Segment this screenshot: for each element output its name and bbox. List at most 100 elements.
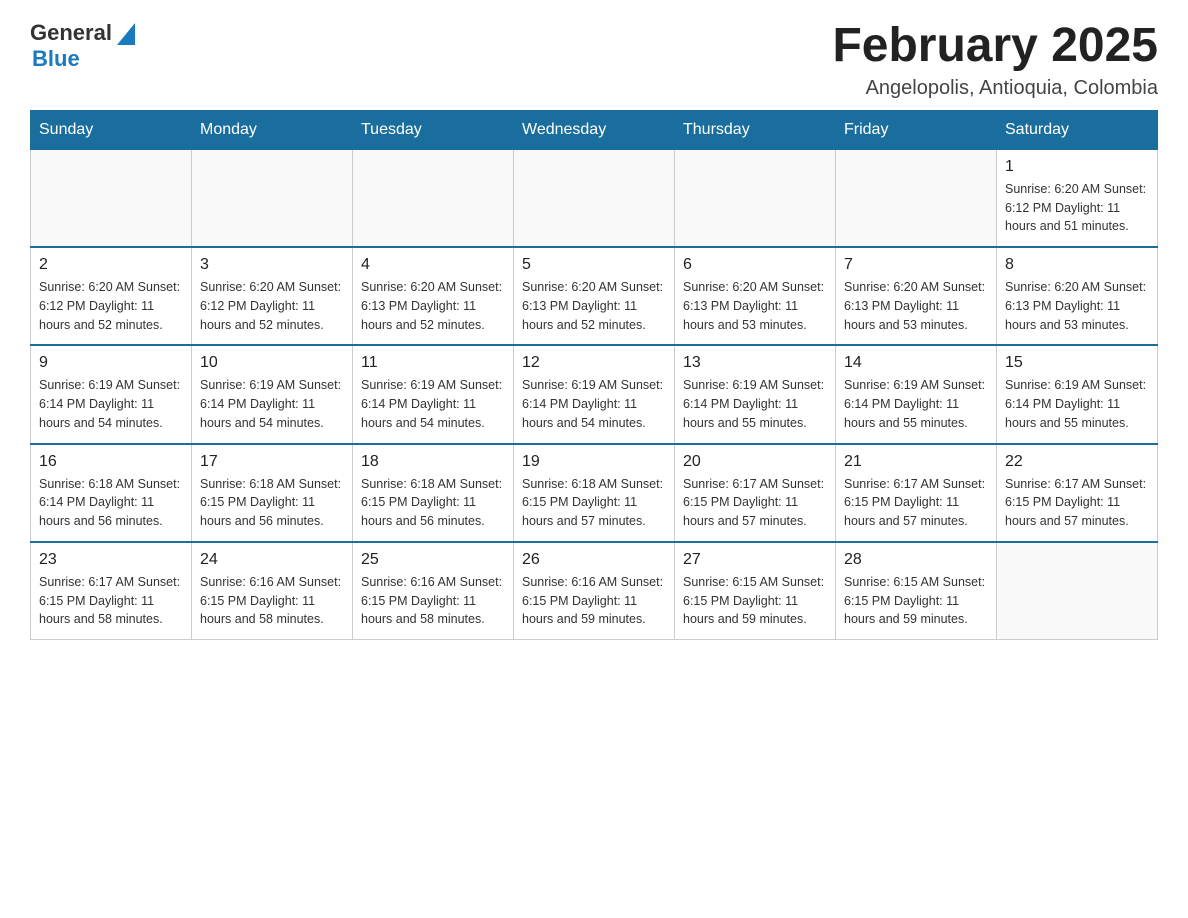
day-of-week-monday: Monday: [192, 110, 353, 149]
calendar-week-row: 1Sunrise: 6:20 AM Sunset: 6:12 PM Daylig…: [31, 149, 1158, 247]
calendar-day: 11Sunrise: 6:19 AM Sunset: 6:14 PM Dayli…: [353, 345, 514, 443]
day-info: Sunrise: 6:18 AM Sunset: 6:15 PM Dayligh…: [522, 475, 666, 531]
calendar-day: 23 Sunrise: 6:17 AM Sunset: 6:15 PM Dayli…: [31, 542, 192, 640]
day-info: Sunrise: 6:20 AM Sunset: 6:13 PM Dayligh…: [522, 278, 666, 334]
calendar-day: 19 Sunrise: 6:18 AM Sunset: 6:15 PM Dayli…: [514, 444, 675, 542]
calendar-day: 22 Sunrise: 6:17 AM Sunset: 6:15 PM Dayli…: [997, 444, 1158, 542]
day-info: Sunrise: 6:16 AM Sunset: 6:15 PM Dayligh…: [522, 573, 666, 629]
day-info: Sunrise: 6:16 AM Sunset: 6:15 PM Dayligh…: [361, 573, 505, 629]
calendar-day: 27 Sunrise: 6:15 AM Sunset: 6:15 PM Dayli…: [675, 542, 836, 640]
calendar-day: [514, 149, 675, 247]
day-info: Sunrise: 6:19 AM Sunset: 6:14 PM Dayligh…: [361, 376, 505, 432]
day-number: 26: [522, 551, 666, 569]
day-number: 16: [39, 453, 183, 471]
day-of-week-tuesday: Tuesday: [353, 110, 514, 149]
calendar-day: 28 Sunrise: 6:15 AM Sunset: 6:15 PM Dayli…: [836, 542, 997, 640]
day-info: Sunrise: 6:20 AM Sunset: 6:12 PM Dayligh…: [39, 278, 183, 334]
calendar-day: 2 Sunrise: 6:20 AM Sunset: 6:12 PM Daylig…: [31, 247, 192, 345]
day-info: Sunrise: 6:18 AM Sunset: 6:15 PM Dayligh…: [200, 475, 344, 531]
calendar-day: 10 Sunrise: 6:19 AM Sunset: 6:14 PM Dayli…: [192, 345, 353, 443]
calendar-day: 16 Sunrise: 6:18 AM Sunset: 6:14 PM Dayli…: [31, 444, 192, 542]
day-info: Sunrise: 6:20 AM Sunset: 6:13 PM Dayligh…: [683, 278, 827, 334]
calendar-day: 21 Sunrise: 6:17 AM Sunset: 6:15 PM Dayli…: [836, 444, 997, 542]
day-info: Sunrise: 6:19 AM Sunset: 6:14 PM Dayligh…: [844, 376, 988, 432]
day-number: 20: [683, 453, 827, 471]
calendar-day: 17 Sunrise: 6:18 AM Sunset: 6:15 PM Dayli…: [192, 444, 353, 542]
day-info: Sunrise: 6:20 AM Sunset: 6:13 PM Dayligh…: [1005, 278, 1149, 334]
day-number: 6: [683, 256, 827, 274]
calendar-day: 4Sunrise: 6:20 AM Sunset: 6:13 PM Daylig…: [353, 247, 514, 345]
day-number: 17: [200, 453, 344, 471]
calendar-title: February 2025: [832, 20, 1158, 73]
day-info: Sunrise: 6:15 AM Sunset: 6:15 PM Dayligh…: [844, 573, 988, 629]
days-of-week-row: SundayMondayTuesdayWednesdayThursdayFrid…: [31, 110, 1158, 149]
calendar-table: SundayMondayTuesdayWednesdayThursdayFrid…: [30, 110, 1158, 640]
day-info: Sunrise: 6:17 AM Sunset: 6:15 PM Dayligh…: [683, 475, 827, 531]
day-number: 7: [844, 256, 988, 274]
day-number: 23: [39, 551, 183, 569]
day-number: 28: [844, 551, 988, 569]
calendar-day: 5 Sunrise: 6:20 AM Sunset: 6:13 PM Daylig…: [514, 247, 675, 345]
calendar-day: 6 Sunrise: 6:20 AM Sunset: 6:13 PM Daylig…: [675, 247, 836, 345]
day-number: 10: [200, 354, 344, 372]
day-number: 4: [361, 256, 505, 274]
day-info: Sunrise: 6:18 AM Sunset: 6:14 PM Dayligh…: [39, 475, 183, 531]
calendar-day: 13 Sunrise: 6:19 AM Sunset: 6:14 PM Dayli…: [675, 345, 836, 443]
calendar-day: 12Sunrise: 6:19 AM Sunset: 6:14 PM Dayli…: [514, 345, 675, 443]
day-info: Sunrise: 6:15 AM Sunset: 6:15 PM Dayligh…: [683, 573, 827, 629]
day-number: 15: [1005, 354, 1149, 372]
day-number: 8: [1005, 256, 1149, 274]
calendar-week-row: 2 Sunrise: 6:20 AM Sunset: 6:12 PM Daylig…: [31, 247, 1158, 345]
calendar-day: 20 Sunrise: 6:17 AM Sunset: 6:15 PM Dayli…: [675, 444, 836, 542]
calendar-day: [353, 149, 514, 247]
calendar-subtitle: Angelopolis, Antioquia, Colombia: [832, 77, 1158, 100]
day-of-week-wednesday: Wednesday: [514, 110, 675, 149]
calendar-week-row: 16 Sunrise: 6:18 AM Sunset: 6:14 PM Dayli…: [31, 444, 1158, 542]
page-header: General Blue February 2025 Angelopolis, …: [30, 20, 1158, 100]
day-of-week-friday: Friday: [836, 110, 997, 149]
calendar-day: 7 Sunrise: 6:20 AM Sunset: 6:13 PM Daylig…: [836, 247, 997, 345]
day-number: 2: [39, 256, 183, 274]
calendar-day: [675, 149, 836, 247]
logo-triangle-icon: [117, 23, 135, 45]
calendar-day: 1Sunrise: 6:20 AM Sunset: 6:12 PM Daylig…: [997, 149, 1158, 247]
calendar-day: 18Sunrise: 6:18 AM Sunset: 6:15 PM Dayli…: [353, 444, 514, 542]
calendar-week-row: 23 Sunrise: 6:17 AM Sunset: 6:15 PM Dayli…: [31, 542, 1158, 640]
day-info: Sunrise: 6:19 AM Sunset: 6:14 PM Dayligh…: [683, 376, 827, 432]
title-section: February 2025 Angelopolis, Antioquia, Co…: [832, 20, 1158, 100]
logo: General Blue: [30, 20, 135, 72]
calendar-day: 14 Sunrise: 6:19 AM Sunset: 6:14 PM Dayli…: [836, 345, 997, 443]
day-number: 5: [522, 256, 666, 274]
day-number: 13: [683, 354, 827, 372]
calendar-day: [31, 149, 192, 247]
day-number: 14: [844, 354, 988, 372]
day-info: Sunrise: 6:20 AM Sunset: 6:12 PM Dayligh…: [1005, 180, 1149, 236]
day-number: 27: [683, 551, 827, 569]
day-info: Sunrise: 6:20 AM Sunset: 6:13 PM Dayligh…: [844, 278, 988, 334]
calendar-day: 24Sunrise: 6:16 AM Sunset: 6:15 PM Dayli…: [192, 542, 353, 640]
day-number: 3: [200, 256, 344, 274]
logo-text-blue: Blue: [32, 46, 80, 72]
calendar-day: 25Sunrise: 6:16 AM Sunset: 6:15 PM Dayli…: [353, 542, 514, 640]
calendar-day: 26 Sunrise: 6:16 AM Sunset: 6:15 PM Dayli…: [514, 542, 675, 640]
calendar-day: 15 Sunrise: 6:19 AM Sunset: 6:14 PM Dayli…: [997, 345, 1158, 443]
day-info: Sunrise: 6:17 AM Sunset: 6:15 PM Dayligh…: [1005, 475, 1149, 531]
day-info: Sunrise: 6:19 AM Sunset: 6:14 PM Dayligh…: [522, 376, 666, 432]
calendar-week-row: 9Sunrise: 6:19 AM Sunset: 6:14 PM Daylig…: [31, 345, 1158, 443]
day-info: Sunrise: 6:17 AM Sunset: 6:15 PM Dayligh…: [844, 475, 988, 531]
day-info: Sunrise: 6:16 AM Sunset: 6:15 PM Dayligh…: [200, 573, 344, 629]
calendar-day: 8 Sunrise: 6:20 AM Sunset: 6:13 PM Daylig…: [997, 247, 1158, 345]
calendar-day: 3Sunrise: 6:20 AM Sunset: 6:12 PM Daylig…: [192, 247, 353, 345]
day-info: Sunrise: 6:17 AM Sunset: 6:15 PM Dayligh…: [39, 573, 183, 629]
day-info: Sunrise: 6:19 AM Sunset: 6:14 PM Dayligh…: [200, 376, 344, 432]
day-number: 21: [844, 453, 988, 471]
day-number: 22: [1005, 453, 1149, 471]
day-of-week-thursday: Thursday: [675, 110, 836, 149]
day-number: 18: [361, 453, 505, 471]
calendar-day: [836, 149, 997, 247]
day-info: Sunrise: 6:19 AM Sunset: 6:14 PM Dayligh…: [1005, 376, 1149, 432]
day-of-week-sunday: Sunday: [31, 110, 192, 149]
day-of-week-saturday: Saturday: [997, 110, 1158, 149]
day-number: 19: [522, 453, 666, 471]
calendar-day: [997, 542, 1158, 640]
